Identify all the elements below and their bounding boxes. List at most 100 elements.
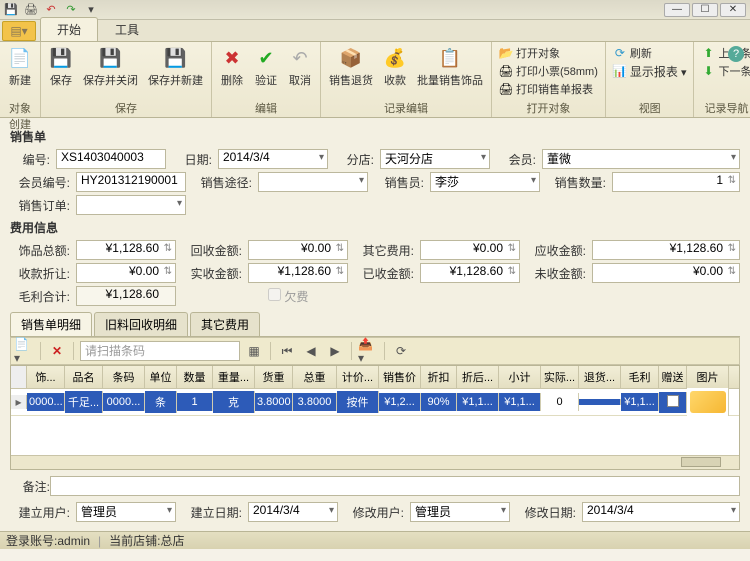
window-close[interactable]: ✕ [720,3,746,17]
cancel-button[interactable]: ↶取消 [284,44,316,90]
gh-9[interactable]: 销售价 [379,366,421,388]
input-discount[interactable]: ¥0.00 [76,263,176,283]
group-view: 视图 [610,101,690,117]
collect-button[interactable]: 💰收款 [379,44,411,90]
grid-scrollbar[interactable] [11,455,739,469]
gh-17[interactable]: 图片 [687,366,729,388]
qat-redo-icon[interactable]: ↷ [64,3,78,17]
input-saleway[interactable] [258,172,368,192]
gh-14[interactable]: 退货... [579,366,621,388]
input-date[interactable]: 2014/3/4 [218,149,328,169]
input-actual[interactable]: ¥1,128.60 [248,263,348,283]
app-menu-button[interactable]: ▤▾ [2,21,36,41]
label-saleway: 销售途径: [192,174,252,191]
window-minimize[interactable]: — [664,3,690,17]
printsalelist-button[interactable]: 🖨打印销售单报表 [496,80,601,98]
gh-6[interactable]: 货重 [255,366,293,388]
input-memberno[interactable]: HY201312190001 [76,172,186,192]
label-recycle: 回收金额: [182,242,242,259]
gh-1[interactable]: 品名 [65,366,103,388]
help-icon[interactable]: ? [728,46,744,62]
gh-13[interactable]: 实际... [541,366,579,388]
tab-tools[interactable]: 工具 [98,17,156,41]
saveclose-button[interactable]: 💾保存并关闭 [79,44,142,90]
input-createdate[interactable]: 2014/3/4 [248,502,338,522]
dtab-sales[interactable]: 销售单明细 [10,312,92,336]
save-button[interactable]: 💾保存 [45,44,77,90]
barcode-input[interactable]: 请扫描条码 [80,341,240,361]
openobj-button[interactable]: 📂打开对象 [496,44,601,62]
label-date: 日期: [172,151,212,168]
input-qty[interactable]: 1 [612,172,740,192]
grid-header: 饰... 品名 条码 单位 数量 重量... 货重 总重 计价... 销售价 折… [11,366,739,389]
gh-5[interactable]: 重量... [213,366,255,388]
input-moduser[interactable]: 管理员 [410,502,510,522]
qat-save-icon[interactable]: 💾 [4,3,18,17]
salesreturn-button[interactable]: 📦销售退货 [325,44,377,90]
section-fee: 费用信息 [10,219,740,236]
group-recedit: 记录编辑 [325,101,487,117]
input-moddate[interactable]: 2014/3/4 [582,502,740,522]
grid-row[interactable]: ▸ 0000... 千足... 0000... 条 1 克 3.8000 3.8… [11,389,739,415]
gexport-icon[interactable]: 📤▾ [358,341,378,361]
input-member[interactable]: 董微 [542,149,740,169]
gh-7[interactable]: 总重 [293,366,337,388]
gh-8[interactable]: 计价... [337,366,379,388]
gift-checkbox[interactable] [659,392,687,413]
delete-button[interactable]: ✖删除 [216,44,248,90]
input-seller[interactable]: 李莎 [430,172,540,192]
tab-start[interactable]: 开始 [40,17,98,41]
label-paid: 已收金额: [354,265,414,282]
dtab-other[interactable]: 其它费用 [190,312,260,336]
qat-print-icon[interactable]: 🖨 [24,3,38,17]
validate-button[interactable]: ✔验证 [250,44,282,90]
gh-12[interactable]: 小计 [499,366,541,388]
input-branch[interactable]: 天河分店 [380,149,490,169]
input-recycle[interactable]: ¥0.00 [248,240,348,260]
print58-button[interactable]: 🖨打印小票(58mm) [496,62,601,80]
gh-15[interactable]: 毛利 [621,366,659,388]
gh-2[interactable]: 条码 [103,366,145,388]
label-createuser: 建立用户: [10,504,70,521]
showrpt-button[interactable]: 📊显示报表 ▾ [610,62,690,80]
gh-0[interactable]: 饰... [27,366,65,388]
label-actual: 实收金额: [182,265,242,282]
next-button[interactable]: ⬇下一条 [698,62,750,80]
savenew-button[interactable]: 💾保存并新建 [144,44,207,90]
detail-tabs: 销售单明细 旧料回收明细 其它费用 [10,312,740,337]
gh-16[interactable]: 赠送 [659,366,687,388]
gh-3[interactable]: 单位 [145,366,177,388]
batchsales-button[interactable]: 📋批量销售饰品 [413,44,487,90]
gfirst-icon[interactable]: ⏮ [277,341,297,361]
input-orderno[interactable] [76,195,186,215]
gh-11[interactable]: 折后... [457,366,499,388]
gh-10[interactable]: 折扣 [421,366,457,388]
qat-undo-icon[interactable]: ↶ [44,3,58,17]
group-nav: 记录导航 [698,101,750,117]
section-sales: 销售单 [10,128,740,145]
label-member: 会员: [496,151,536,168]
input-createuser[interactable]: 管理员 [76,502,176,522]
gprev-icon[interactable]: ◀ [301,341,321,361]
grefresh-icon[interactable]: ⟳ [391,341,411,361]
gnext-icon[interactable]: ▶ [325,341,345,361]
dtab-recycle[interactable]: 旧料回收明细 [94,312,188,336]
gdelete-icon[interactable]: ✕ [47,341,67,361]
qat-dropdown-icon[interactable]: ▾ [84,3,98,17]
gh-4[interactable]: 数量 [177,366,213,388]
input-remark[interactable] [50,476,740,496]
input-no[interactable]: XS1403040003 [56,149,166,169]
new-button[interactable]: 📄新建 [4,44,36,90]
input-unpaid[interactable]: ¥0.00 [592,263,740,283]
form-area: 销售单 编号: XS1403040003 日期: 2014/3/4 分店: 天河… [0,118,750,531]
input-other[interactable]: ¥0.00 [420,240,520,260]
input-due[interactable]: ¥1,128.60 [592,240,740,260]
arrears-checkbox[interactable]: 欠费 [268,288,308,305]
window-maximize[interactable]: ☐ [692,3,718,17]
label-seller: 销售员: [374,174,424,191]
gnew-icon[interactable]: 📄▾ [14,341,34,361]
input-total[interactable]: ¥1,128.60 [76,240,176,260]
refresh-button[interactable]: ⟳刷新 [610,44,690,62]
input-paid[interactable]: ¥1,128.60 [420,263,520,283]
gscan-icon[interactable]: ▦ [244,341,264,361]
